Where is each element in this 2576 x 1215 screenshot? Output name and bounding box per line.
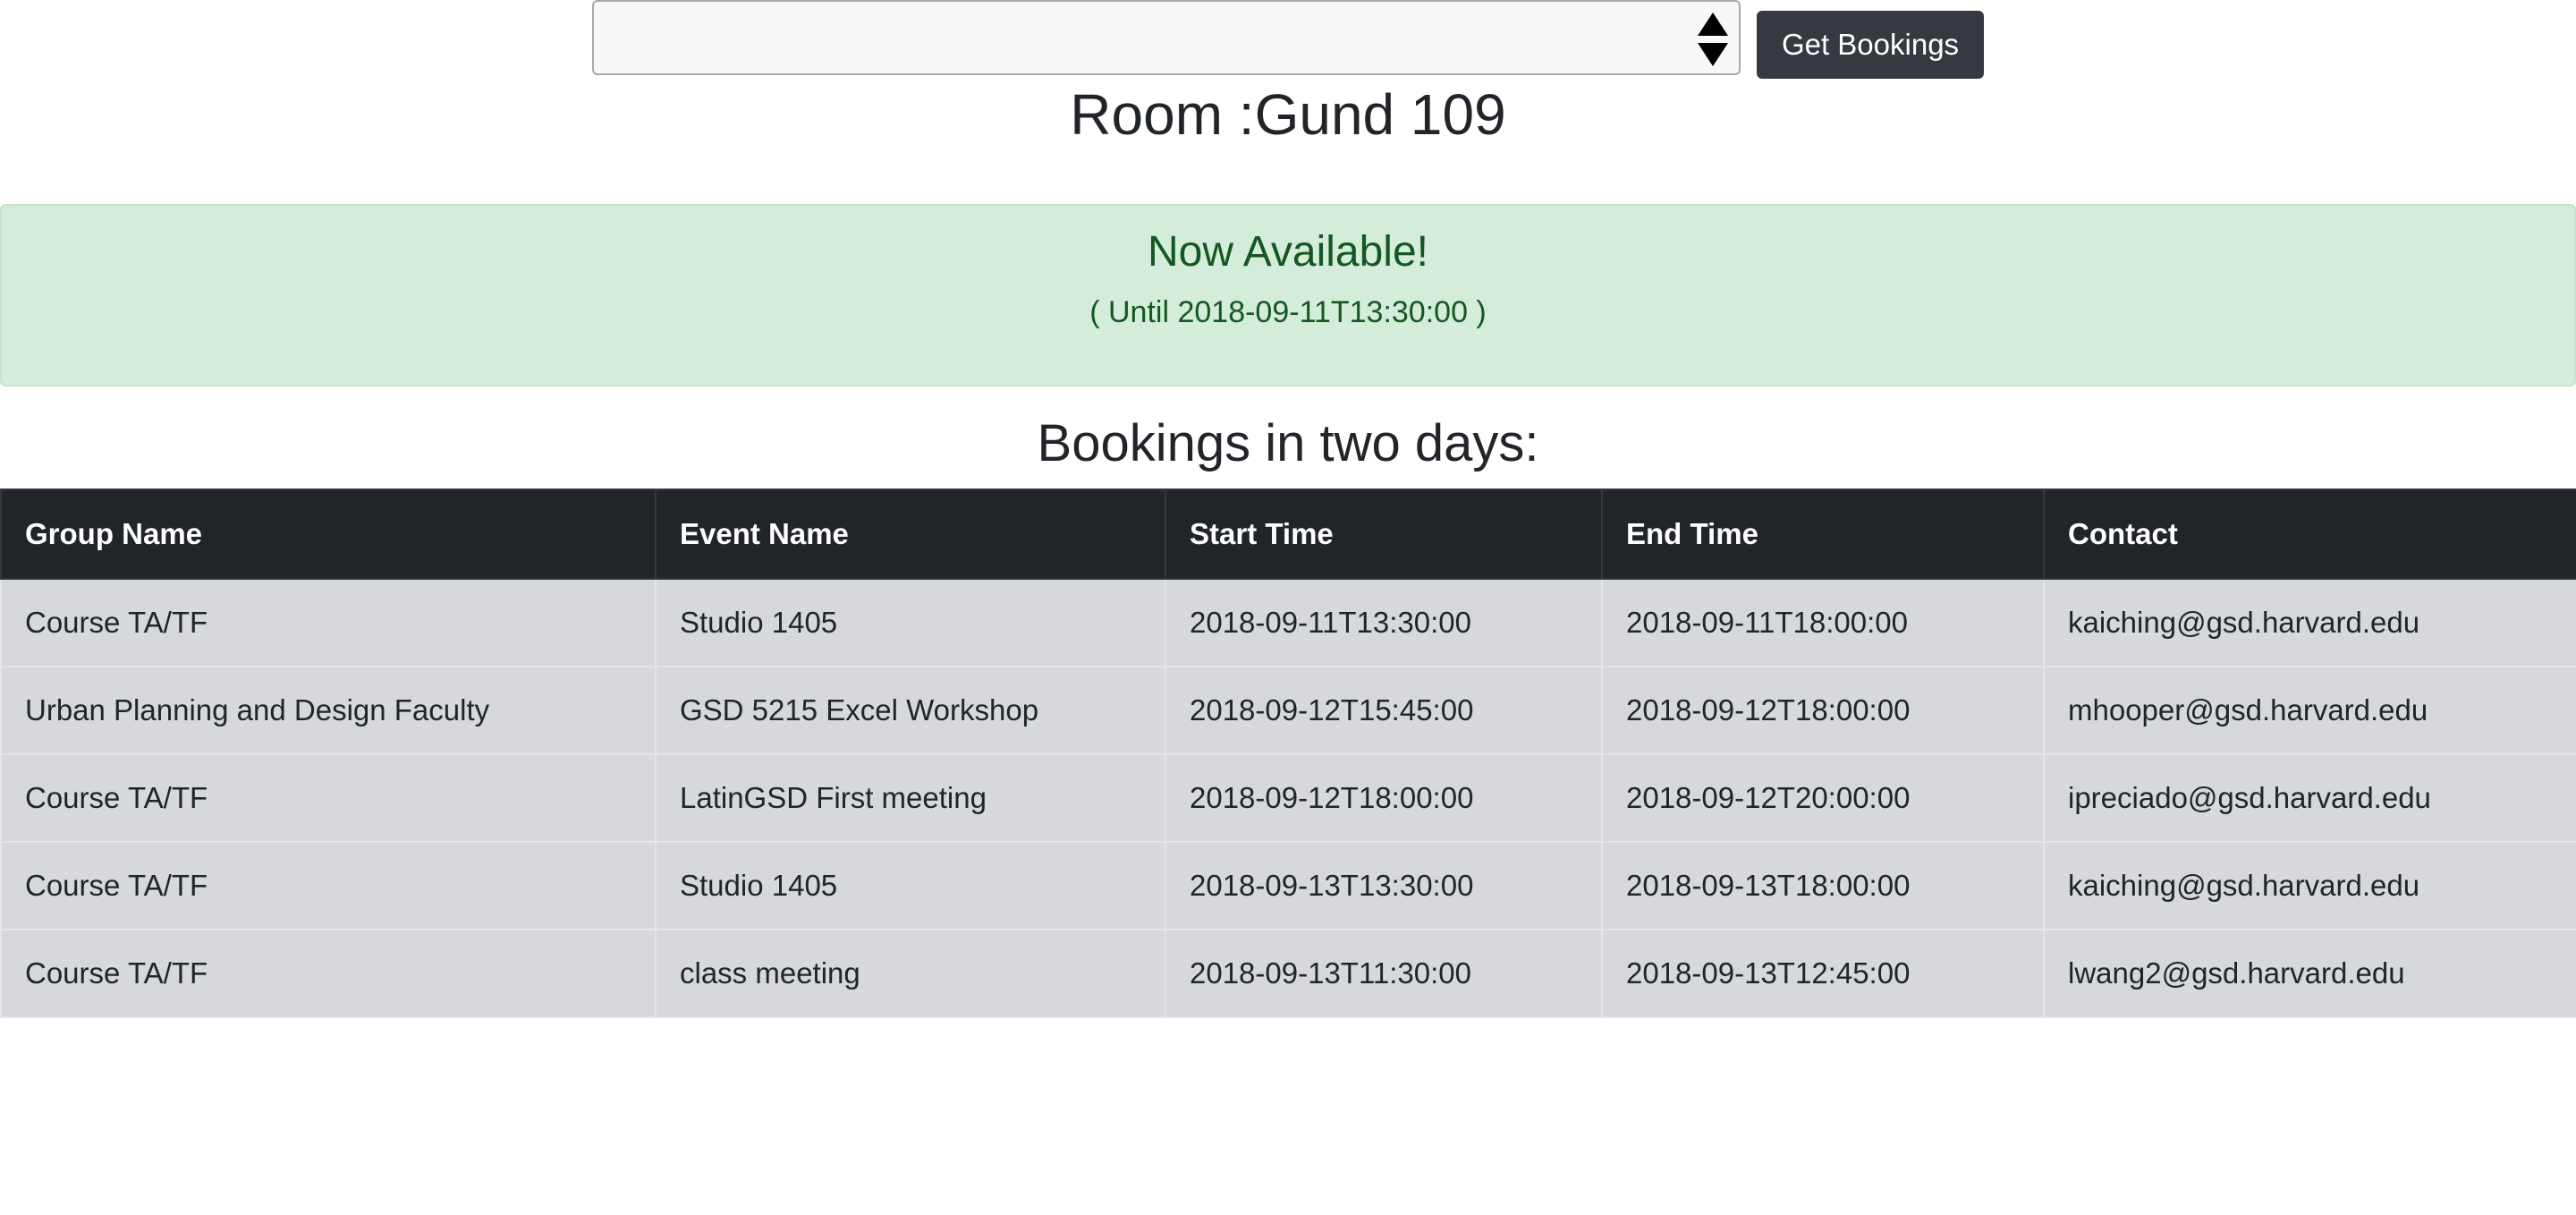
bookings-heading: Bookings in two days:: [1037, 414, 1539, 472]
bookings-table: Group Name Event Name Start Time End Tim…: [0, 489, 2576, 1018]
get-bookings-button[interactable]: Get Bookings: [1757, 11, 1984, 79]
cell-end-time: 2018-09-13T18:00:00: [1601, 841, 2045, 930]
cell-contact: ipreciado@gsd.harvard.edu: [2043, 753, 2576, 843]
arrow-down-icon: [1698, 43, 1728, 66]
room-title: Room :Gund 109: [1070, 82, 1506, 147]
cell-contact: lwang2@gsd.harvard.edu: [2043, 929, 2576, 1018]
cell-event-name: class meeting: [655, 929, 1166, 1018]
column-header-contact: Contact: [2043, 489, 2576, 580]
room-select[interactable]: [592, 0, 1741, 75]
cell-end-time: 2018-09-11T18:00:00: [1601, 578, 2045, 667]
column-header-end-time: End Time: [1601, 489, 2045, 580]
room-picker-bar: Get Bookings: [592, 0, 1984, 79]
cell-contact: mhooper@gsd.harvard.edu: [2043, 666, 2576, 755]
table-row: Course TA/TF class meeting 2018-09-13T11…: [0, 929, 2576, 1018]
availability-heading: Now Available!: [1148, 228, 1428, 276]
cell-event-name: LatinGSD First meeting: [655, 753, 1166, 843]
cell-end-time: 2018-09-12T20:00:00: [1601, 753, 2045, 843]
column-header-group-name: Group Name: [0, 489, 657, 580]
cell-group-name: Course TA/TF: [0, 753, 657, 843]
cell-start-time: 2018-09-11T13:30:00: [1165, 578, 1603, 667]
table-row: Course TA/TF Studio 1405 2018-09-11T13:3…: [0, 578, 2576, 667]
cell-contact: kaiching@gsd.harvard.edu: [2043, 841, 2576, 930]
cell-group-name: Urban Planning and Design Faculty: [0, 666, 657, 755]
cell-end-time: 2018-09-13T12:45:00: [1601, 929, 2045, 1018]
column-header-start-time: Start Time: [1165, 489, 1603, 580]
cell-event-name: Studio 1405: [655, 841, 1166, 930]
table-row: Urban Planning and Design Faculty GSD 52…: [0, 666, 2576, 755]
select-updown-arrows-icon[interactable]: [1698, 11, 1728, 68]
cell-event-name: GSD 5215 Excel Workshop: [655, 666, 1166, 755]
column-header-event-name: Event Name: [655, 489, 1166, 580]
table-row: Course TA/TF Studio 1405 2018-09-13T13:3…: [0, 841, 2576, 930]
cell-group-name: Course TA/TF: [0, 929, 657, 1018]
table-row: Course TA/TF LatinGSD First meeting 2018…: [0, 753, 2576, 843]
availability-until: ( Until 2018-09-11T13:30:00 ): [1089, 295, 1487, 329]
availability-alert: Now Available! ( Until 2018-09-11T13:30:…: [0, 204, 2576, 387]
arrow-up-icon: [1698, 13, 1728, 36]
cell-start-time: 2018-09-12T15:45:00: [1165, 666, 1603, 755]
cell-event-name: Studio 1405: [655, 578, 1166, 667]
cell-group-name: Course TA/TF: [0, 578, 657, 667]
cell-start-time: 2018-09-13T13:30:00: [1165, 841, 1603, 930]
table-header-row: Group Name Event Name Start Time End Tim…: [0, 489, 2576, 580]
cell-contact: kaiching@gsd.harvard.edu: [2043, 578, 2576, 667]
cell-start-time: 2018-09-12T18:00:00: [1165, 753, 1603, 843]
cell-start-time: 2018-09-13T11:30:00: [1165, 929, 1603, 1018]
cell-group-name: Course TA/TF: [0, 841, 657, 930]
cell-end-time: 2018-09-12T18:00:00: [1601, 666, 2045, 755]
